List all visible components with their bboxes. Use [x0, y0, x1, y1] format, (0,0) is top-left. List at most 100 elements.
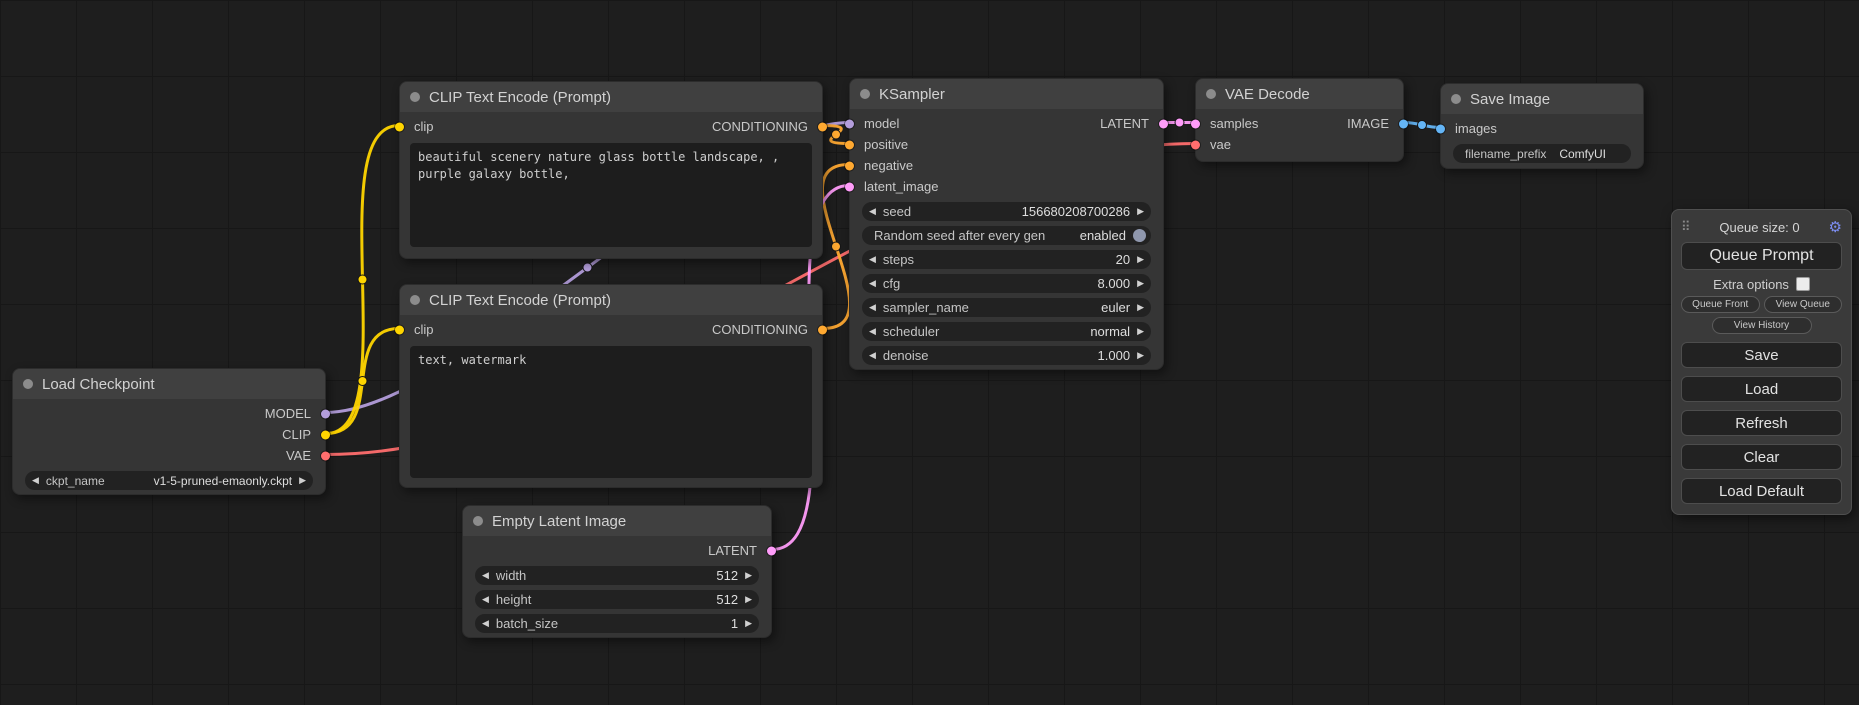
save-button[interactable]: Save — [1681, 342, 1842, 368]
arrow-left-icon[interactable]: ◀ — [32, 476, 39, 485]
widget-steps[interactable]: ◀ steps 20 ▶ — [862, 250, 1151, 269]
widget-denoise[interactable]: ◀ denoise 1.000 ▶ — [862, 346, 1151, 365]
latent-output-dot[interactable] — [1159, 119, 1168, 128]
arrow-left-icon[interactable]: ◀ — [869, 207, 876, 216]
arrow-left-icon[interactable]: ◀ — [869, 303, 876, 312]
widget-label: scheduler — [883, 324, 939, 339]
extra-options-label: Extra options — [1713, 277, 1789, 292]
widget-value: v1-5-pruned-emaonly.ckpt — [154, 474, 293, 488]
queue-prompt-button[interactable]: Queue Prompt — [1681, 242, 1842, 270]
widget-batch-size[interactable]: ◀ batch_size 1 ▶ — [475, 614, 759, 633]
vae-output-dot[interactable] — [321, 451, 330, 460]
conditioning-output-dot[interactable] — [818, 122, 827, 131]
arrow-right-icon[interactable]: ▶ — [1137, 327, 1144, 336]
positive-prompt-textarea[interactable]: beautiful scenery nature glass bottle la… — [410, 143, 812, 247]
collapse-dot-icon[interactable] — [23, 379, 33, 389]
arrow-left-icon[interactable]: ◀ — [869, 255, 876, 264]
image-output-dot[interactable] — [1399, 119, 1408, 128]
negative-prompt-textarea[interactable]: text, watermark — [410, 346, 812, 478]
node-title-bar[interactable]: Load Checkpoint — [13, 369, 325, 399]
samples-input-dot[interactable] — [1191, 119, 1200, 128]
widget-height[interactable]: ◀ height 512 ▶ — [475, 590, 759, 609]
view-history-button[interactable]: View History — [1712, 317, 1812, 334]
arrow-left-icon[interactable]: ◀ — [869, 327, 876, 336]
collapse-dot-icon[interactable] — [1451, 94, 1461, 104]
settings-gear-icon[interactable]: ⚙ — [1829, 218, 1842, 236]
conditioning-output-dot[interactable] — [818, 325, 827, 334]
widget-value: 512 — [716, 568, 738, 583]
latent-output-dot[interactable] — [767, 546, 776, 555]
arrow-left-icon[interactable]: ◀ — [482, 571, 489, 580]
node-clip-text-encode-positive[interactable]: CLIP Text Encode (Prompt) clip CONDITION… — [399, 81, 823, 259]
widget-random-seed-toggle[interactable]: Random seed after every gen enabled — [862, 226, 1151, 245]
arrow-right-icon[interactable]: ▶ — [299, 476, 306, 485]
node-title: KSampler — [879, 86, 945, 103]
output-label-latent: LATENT — [708, 543, 757, 558]
arrow-right-icon[interactable]: ▶ — [1137, 207, 1144, 216]
arrow-right-icon[interactable]: ▶ — [745, 619, 752, 628]
queue-front-button[interactable]: Queue Front — [1681, 296, 1760, 313]
refresh-button[interactable]: Refresh — [1681, 410, 1842, 436]
clear-button[interactable]: Clear — [1681, 444, 1842, 470]
collapse-dot-icon[interactable] — [860, 89, 870, 99]
latent-image-input-dot[interactable] — [845, 182, 854, 191]
node-title: Empty Latent Image — [492, 513, 626, 530]
node-save-image[interactable]: Save Image images filename_prefix ComfyU… — [1440, 83, 1644, 169]
graph-canvas[interactable]: { "colors": { "model": "#B39DDB", "clip"… — [0, 0, 1859, 705]
widget-cfg[interactable]: ◀ cfg 8.000 ▶ — [862, 274, 1151, 293]
images-input-dot[interactable] — [1436, 124, 1445, 133]
collapse-dot-icon[interactable] — [473, 516, 483, 526]
node-load-checkpoint[interactable]: Load Checkpoint MODEL CLIP VAE ◀ ckpt_na… — [12, 368, 326, 495]
model-input-dot[interactable] — [845, 119, 854, 128]
model-output-dot[interactable] — [321, 409, 330, 418]
arrow-right-icon[interactable]: ▶ — [745, 595, 752, 604]
node-ksampler[interactable]: KSampler model LATENT positive negative … — [849, 78, 1164, 370]
clip-output-dot[interactable] — [321, 430, 330, 439]
arrow-right-icon[interactable]: ▶ — [745, 571, 752, 580]
arrow-right-icon[interactable]: ▶ — [1137, 279, 1144, 288]
arrow-left-icon[interactable]: ◀ — [869, 351, 876, 360]
node-title-bar[interactable]: VAE Decode — [1196, 79, 1403, 109]
arrow-left-icon[interactable]: ◀ — [482, 595, 489, 604]
widget-width[interactable]: ◀ width 512 ▶ — [475, 566, 759, 585]
clip-input-dot[interactable] — [395, 325, 404, 334]
arrow-right-icon[interactable]: ▶ — [1137, 303, 1144, 312]
widget-value: euler — [1101, 300, 1130, 315]
negative-input-dot[interactable] — [845, 161, 854, 170]
drag-handle-icon[interactable]: ⠿ — [1681, 219, 1691, 235]
widget-label: width — [496, 568, 526, 583]
collapse-dot-icon[interactable] — [410, 295, 420, 305]
view-queue-button[interactable]: View Queue — [1764, 296, 1843, 313]
collapse-dot-icon[interactable] — [1206, 89, 1216, 99]
node-vae-decode[interactable]: VAE Decode samples IMAGE vae — [1195, 78, 1404, 162]
widget-scheduler[interactable]: ◀ scheduler normal ▶ — [862, 322, 1151, 341]
load-default-button[interactable]: Load Default — [1681, 478, 1842, 504]
clip-input-dot[interactable] — [395, 122, 404, 131]
widget-filename-prefix[interactable]: filename_prefix ComfyUI — [1453, 144, 1631, 163]
extra-options-checkbox[interactable] — [1796, 277, 1810, 291]
arrow-left-icon[interactable]: ◀ — [869, 279, 876, 288]
widget-value: normal — [1090, 324, 1130, 339]
node-title-bar[interactable]: Empty Latent Image — [463, 506, 771, 536]
node-clip-text-encode-negative[interactable]: CLIP Text Encode (Prompt) clip CONDITION… — [399, 284, 823, 488]
widget-seed[interactable]: ◀ seed 156680208700286 ▶ — [862, 202, 1151, 221]
node-title-bar[interactable]: Save Image — [1441, 84, 1643, 114]
load-button[interactable]: Load — [1681, 376, 1842, 402]
vae-input-dot[interactable] — [1191, 140, 1200, 149]
arrow-left-icon[interactable]: ◀ — [482, 619, 489, 628]
input-label-positive: positive — [864, 137, 908, 152]
output-label-image: IMAGE — [1347, 116, 1389, 131]
widget-ckpt-name[interactable]: ◀ ckpt_name v1-5-pruned-emaonly.ckpt ▶ — [25, 471, 313, 490]
node-title-bar[interactable]: CLIP Text Encode (Prompt) — [400, 82, 822, 112]
arrow-right-icon[interactable]: ▶ — [1137, 351, 1144, 360]
node-empty-latent-image[interactable]: Empty Latent Image LATENT ◀ width 512 ▶ … — [462, 505, 772, 638]
collapse-dot-icon[interactable] — [410, 92, 420, 102]
widget-sampler-name[interactable]: ◀ sampler_name euler ▶ — [862, 298, 1151, 317]
node-title-bar[interactable]: KSampler — [850, 79, 1163, 109]
node-title: Load Checkpoint — [42, 376, 155, 393]
input-label-latent-image: latent_image — [864, 179, 938, 194]
arrow-right-icon[interactable]: ▶ — [1137, 255, 1144, 264]
node-title-bar[interactable]: CLIP Text Encode (Prompt) — [400, 285, 822, 315]
positive-input-dot[interactable] — [845, 140, 854, 149]
toggle-dot-icon[interactable] — [1133, 229, 1146, 242]
